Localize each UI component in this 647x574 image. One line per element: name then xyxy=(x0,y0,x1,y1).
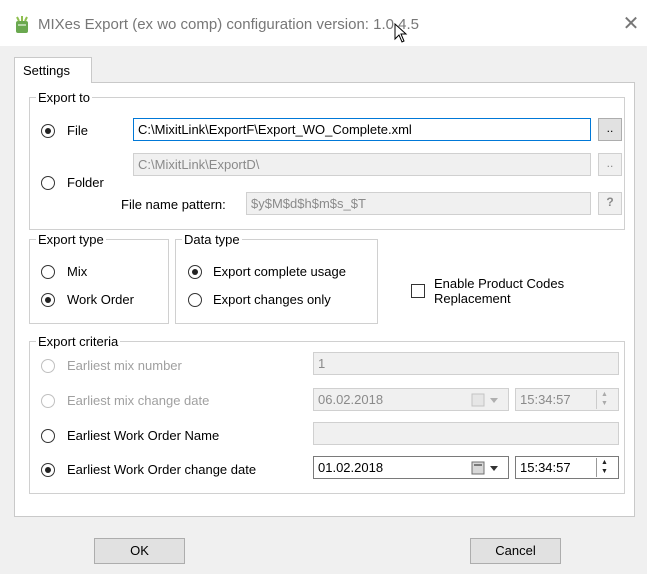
tab-settings[interactable]: Settings xyxy=(14,57,92,83)
ok-button[interactable]: OK xyxy=(94,538,185,564)
spin-up-icon[interactable]: ▲ xyxy=(597,390,612,399)
folder-radio-label: Folder xyxy=(67,175,104,190)
export-type-mix-label: Mix xyxy=(67,264,88,279)
earliest-wo-name-input[interactable] xyxy=(313,422,619,445)
folder-browse-button[interactable]: .. xyxy=(598,153,622,176)
earliest-wo-time-value: 15:34:57 xyxy=(520,460,571,475)
earliest-mix-time-spinner[interactable]: ▲ ▼ xyxy=(596,390,612,409)
earliest-mix-number-radio[interactable] xyxy=(41,359,55,373)
export-changes-only-label: Export changes only xyxy=(213,292,331,307)
spin-down-icon[interactable]: ▼ xyxy=(597,467,612,476)
export-criteria-legend: Export criteria xyxy=(38,334,119,349)
file-radio-label: File xyxy=(67,123,88,138)
earliest-wo-name-radio[interactable] xyxy=(41,429,55,443)
export-type-legend: Export type xyxy=(38,232,104,247)
file-browse-button[interactable]: .. xyxy=(598,118,622,141)
earliest-wo-change-date-radio[interactable] xyxy=(41,463,55,477)
spin-down-icon[interactable]: ▼ xyxy=(597,399,612,408)
data-type-legend: Data type xyxy=(184,232,240,247)
file-name-pattern-input[interactable]: $y$M$d$h$m$s_$T xyxy=(246,192,591,215)
earliest-wo-name-label: Earliest Work Order Name xyxy=(67,428,220,443)
product-codes-label-line1: Enable Product Codes xyxy=(434,276,565,291)
earliest-mix-date-value: 06.02.2018 xyxy=(318,392,384,407)
export-changes-only-radio[interactable] xyxy=(188,293,202,307)
export-type-work-order-radio[interactable] xyxy=(41,293,55,307)
calendar-dropdown-icon[interactable] xyxy=(470,392,502,408)
earliest-mix-change-date-label: Earliest mix change date xyxy=(67,393,210,408)
export-to-legend: Export to xyxy=(38,90,91,105)
cancel-button[interactable]: Cancel xyxy=(470,538,561,564)
file-path-input[interactable]: C:\MixitLink\ExportF\Export_WO_Complete.… xyxy=(133,118,591,141)
calendar-dropdown-icon[interactable] xyxy=(470,460,502,476)
folder-radio[interactable] xyxy=(41,176,55,190)
earliest-mix-number-input[interactable]: 1 xyxy=(313,352,619,375)
folder-path-input[interactable]: C:\MixitLink\ExportD\ xyxy=(133,153,591,176)
export-type-work-order-label: Work Order xyxy=(67,292,134,307)
app-icon xyxy=(16,16,28,33)
spin-up-icon[interactable]: ▲ xyxy=(597,458,612,467)
export-type-mix-radio[interactable] xyxy=(41,265,55,279)
window-title: MIXes Export (ex wo comp) configuration … xyxy=(38,16,420,33)
pattern-help-button[interactable]: ? xyxy=(598,192,622,215)
earliest-wo-change-date-label: Earliest Work Order change date xyxy=(67,462,257,477)
close-icon[interactable]: ✕ xyxy=(619,13,643,37)
mouse-cursor-icon xyxy=(394,23,408,43)
file-radio[interactable] xyxy=(41,124,55,138)
export-complete-usage-label: Export complete usage xyxy=(213,264,346,279)
product-codes-checkbox[interactable] xyxy=(411,284,425,298)
earliest-mix-number-label: Earliest mix number xyxy=(67,358,182,373)
earliest-mix-time-value: 15:34:57 xyxy=(520,392,571,407)
earliest-mix-change-date-radio[interactable] xyxy=(41,394,55,408)
product-codes-label-line2: Replacement xyxy=(434,291,511,306)
product-codes-label: Enable Product Codes Replacement xyxy=(434,276,564,306)
earliest-wo-time-spinner[interactable]: ▲ ▼ xyxy=(596,458,612,477)
earliest-wo-date-value: 01.02.2018 xyxy=(318,460,384,475)
export-complete-usage-radio[interactable] xyxy=(188,265,202,279)
file-name-pattern-label: File name pattern: xyxy=(121,197,226,212)
